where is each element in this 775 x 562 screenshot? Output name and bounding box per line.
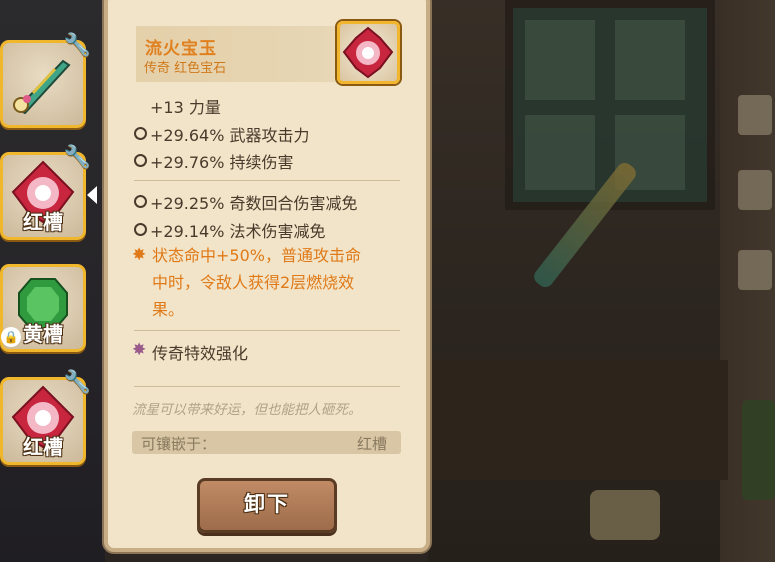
slot-weapon[interactable]: 🔧 [0, 33, 91, 128]
circle-icon [134, 154, 147, 167]
circle-icon [134, 195, 147, 208]
weapon-sword-icon [13, 59, 71, 115]
divider [134, 386, 400, 387]
divider [134, 330, 400, 331]
slot-yellow[interactable]: 🔒 黄槽 [0, 264, 86, 352]
socket-label: 可镶嵌于： [141, 435, 217, 453]
stat-spell-reduction: +29.14% 法术伤害减免 [134, 218, 326, 242]
circle-icon [134, 127, 147, 140]
socket-value: 红槽 [357, 435, 388, 453]
scene-dim-overlay [428, 0, 775, 562]
gem-portrait [337, 21, 400, 84]
unequip-button[interactable]: 卸下 [197, 478, 337, 533]
slot-red-2[interactable]: 🔧 红槽 [0, 370, 91, 465]
circle-icon [134, 223, 147, 236]
slot-label: 红槽 [23, 435, 63, 459]
divider [134, 180, 400, 181]
slot-label: 黄槽 [23, 322, 63, 346]
stat-weapon-attack: +29.64% 武器攻击力 [134, 122, 310, 146]
stat-dot-damage: +29.76% 持续伤害 [134, 149, 294, 173]
stat-strength: +13 力量 [150, 98, 221, 117]
gem-name: 流火宝玉 [145, 39, 217, 59]
gem-rarity-type: 传奇 红色宝石 [144, 61, 227, 76]
slot-red-1[interactable]: 🔧 红槽 [0, 145, 91, 240]
legend-effect: ✸ 传奇特效强化 [132, 340, 249, 363]
slot-label: 红槽 [23, 210, 63, 234]
flavor-text: 流星可以带来好运，但也能把人砸死。 [132, 402, 362, 418]
stat-odd-round-reduction: +29.25% 奇数回合伤害减免 [134, 190, 358, 214]
burst-icon: ✸ [132, 245, 147, 265]
special-effect: ✸ 状态命中+50%，普通攻击命 中时，令敌人获得2层燃烧效 果。 [132, 242, 394, 323]
red-gem-icon [342, 26, 394, 79]
burst-icon: ✸ [132, 340, 147, 360]
selected-slot-arrow [87, 186, 97, 204]
